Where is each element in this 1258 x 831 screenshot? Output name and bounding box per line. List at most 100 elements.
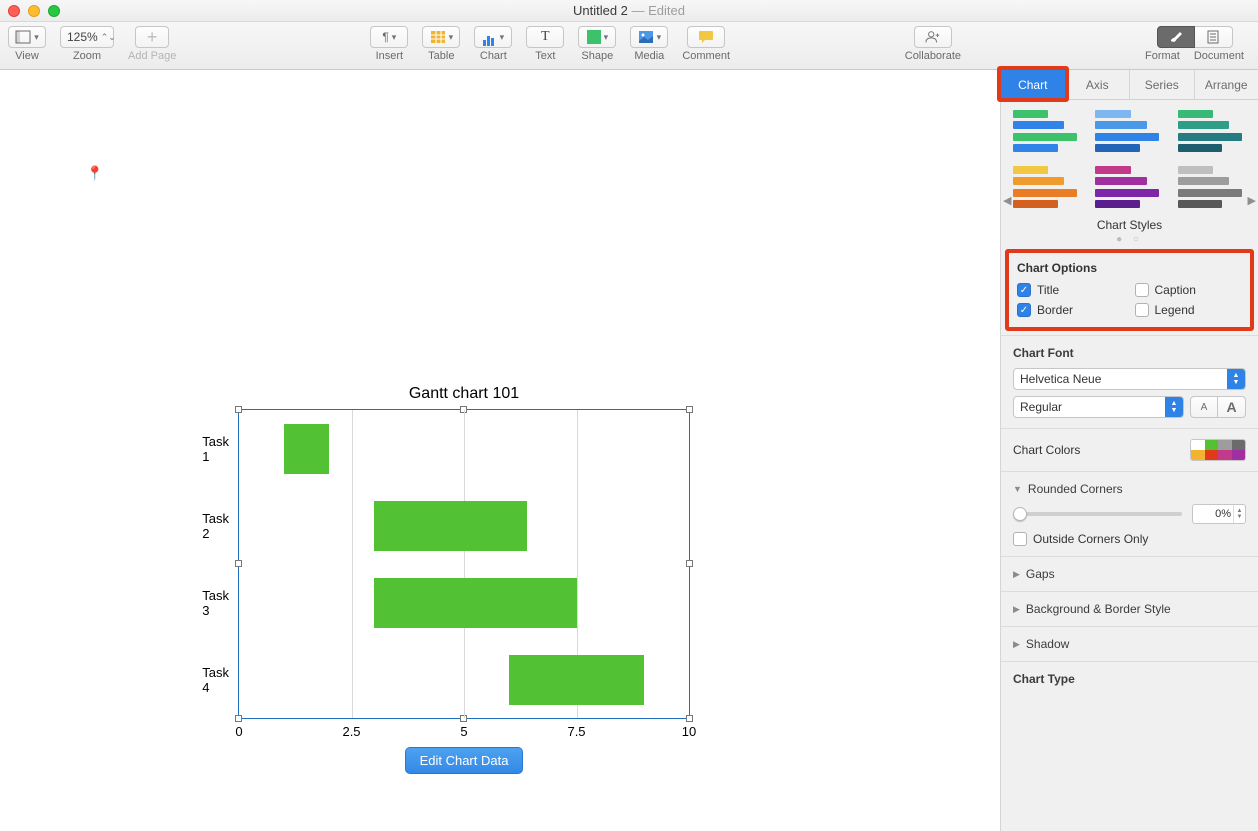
y-axis-label: Task 2 xyxy=(202,511,229,541)
format-label: Format xyxy=(1145,50,1180,62)
tab-axis[interactable]: Axis xyxy=(1066,70,1131,99)
document-label: Document xyxy=(1194,50,1244,62)
media-button[interactable]: ▾ xyxy=(630,26,668,48)
inspector-tabs: Chart Axis Series Arrange xyxy=(1001,70,1258,100)
person-add-icon xyxy=(925,30,941,44)
gantt-bar-task-3[interactable] xyxy=(374,578,577,628)
gantt-chart-object[interactable]: Gantt chart 101 Task 1 Task 2 Task 3 xyxy=(238,385,690,774)
collaborate-button[interactable] xyxy=(914,26,952,48)
chart-title[interactable]: Gantt chart 101 xyxy=(238,385,690,403)
edit-chart-data-button[interactable]: Edit Chart Data xyxy=(405,747,524,774)
resize-handle[interactable] xyxy=(235,406,242,413)
stepper-icon[interactable]: ▲▼ xyxy=(1233,505,1245,523)
chart-style-6[interactable] xyxy=(1178,164,1242,210)
gaps-disclosure[interactable]: Gaps xyxy=(1013,567,1246,581)
font-larger-button[interactable]: A xyxy=(1218,396,1246,418)
chart-font-heading: Chart Font xyxy=(1013,346,1246,360)
bar-chart-icon xyxy=(483,32,497,42)
document-title: Untitled 2 xyxy=(573,3,628,18)
resize-handle[interactable] xyxy=(686,406,693,413)
background-disclosure[interactable]: Background & Border Style xyxy=(1013,602,1246,616)
font-family-select[interactable]: Helvetica Neue ▲▼ xyxy=(1013,368,1246,390)
table-button[interactable]: ▾ xyxy=(422,26,460,48)
window-title: Untitled 2 — Edited xyxy=(0,3,1258,18)
resize-handle[interactable] xyxy=(686,560,693,567)
check-icon: ✓ xyxy=(1017,303,1031,317)
y-axis-label: Task 3 xyxy=(202,588,229,618)
resize-handle[interactable] xyxy=(235,715,242,722)
slider-knob[interactable] xyxy=(1013,507,1027,521)
checkbox-caption[interactable]: Caption xyxy=(1135,283,1243,297)
gridline xyxy=(352,410,353,718)
dropdown-arrows-icon: ▲▼ xyxy=(1165,397,1183,417)
rounded-corners-disclosure[interactable]: Rounded Corners xyxy=(1013,482,1246,496)
collaborate-label: Collaborate xyxy=(905,50,961,62)
insert-button[interactable]: ¶▾ xyxy=(370,26,408,48)
gantt-bar-task-1[interactable] xyxy=(284,424,329,474)
resize-handle[interactable] xyxy=(686,715,693,722)
main-toolbar: ▾ View 125%⌃⌄ Zoom + Add Page ¶▾ Insert … xyxy=(0,22,1258,70)
x-axis-label: 5 xyxy=(460,724,467,739)
styles-next-arrow[interactable]: ▶ xyxy=(1248,194,1256,207)
font-smaller-button[interactable]: A xyxy=(1190,396,1218,418)
add-page-button[interactable]: + xyxy=(135,26,169,48)
chart-style-2[interactable] xyxy=(1095,108,1159,154)
document-inspector-button[interactable] xyxy=(1195,26,1233,48)
chart-style-5[interactable] xyxy=(1095,164,1159,210)
zoom-label: Zoom xyxy=(73,50,101,62)
chart-button[interactable]: ▾ xyxy=(474,26,512,48)
chart-plot-area[interactable]: Task 1 Task 2 Task 3 Task 4 0 2.5 5 7.5 … xyxy=(238,409,690,719)
format-inspector-button[interactable] xyxy=(1157,26,1195,48)
x-axis-label: 2.5 xyxy=(342,724,360,739)
x-axis-label: 0 xyxy=(235,724,242,739)
chart-options-heading: Chart Options xyxy=(1017,261,1242,275)
comment-button[interactable] xyxy=(687,26,725,48)
checkbox-title[interactable]: ✓Title xyxy=(1017,283,1125,297)
window-titlebar: Untitled 2 — Edited xyxy=(0,0,1258,22)
shape-label: Shape xyxy=(581,50,613,62)
tab-chart[interactable]: Chart xyxy=(1001,70,1066,99)
chart-styles-label: Chart Styles xyxy=(1001,218,1258,232)
rounded-corners-value[interactable]: 0%▲▼ xyxy=(1192,504,1246,524)
checkbox-outside-corners[interactable]: Outside Corners Only xyxy=(1013,532,1246,546)
view-label: View xyxy=(15,50,39,62)
zoom-dropdown[interactable]: 125%⌃⌄ xyxy=(60,26,114,48)
chart-colors-picker[interactable] xyxy=(1190,439,1246,461)
table-label: Table xyxy=(428,50,454,62)
add-page-label: Add Page xyxy=(128,50,176,62)
gantt-bar-task-4[interactable] xyxy=(509,655,644,705)
styles-prev-arrow[interactable]: ◀ xyxy=(1003,194,1011,207)
checkbox-legend[interactable]: Legend xyxy=(1135,303,1243,317)
comment-label: Comment xyxy=(682,50,730,62)
text-label: Text xyxy=(535,50,555,62)
check-icon: ✓ xyxy=(1017,283,1031,297)
y-axis-label: Task 1 xyxy=(202,434,229,464)
shape-button[interactable]: ▾ xyxy=(578,26,616,48)
rounded-corners-slider[interactable] xyxy=(1013,512,1182,516)
resize-handle[interactable] xyxy=(235,560,242,567)
font-weight-select[interactable]: Regular ▲▼ xyxy=(1013,396,1184,418)
document-status: Edited xyxy=(648,3,685,18)
document-canvas[interactable]: 📍 Gantt chart 101 Task 1 Task 2 xyxy=(0,70,1000,831)
tab-series[interactable]: Series xyxy=(1130,70,1195,99)
chart-style-1[interactable] xyxy=(1013,108,1077,154)
shadow-disclosure[interactable]: Shadow xyxy=(1013,637,1246,651)
chart-style-3[interactable] xyxy=(1178,108,1242,154)
gantt-bar-task-2[interactable] xyxy=(374,501,527,551)
view-button[interactable]: ▾ xyxy=(8,26,46,48)
tab-arrange[interactable]: Arrange xyxy=(1195,70,1258,99)
square-icon xyxy=(587,30,601,44)
chart-label: Chart xyxy=(480,50,507,62)
x-axis-label: 10 xyxy=(682,724,696,739)
picture-icon xyxy=(638,30,654,44)
format-inspector: Chart Axis Series Arrange ◀ ▶ Chart Styl… xyxy=(1000,70,1258,831)
styles-page-dots: ● ○ xyxy=(1001,234,1258,245)
media-label: Media xyxy=(634,50,664,62)
chart-style-4[interactable] xyxy=(1013,164,1077,210)
insert-label: Insert xyxy=(376,50,404,62)
checkbox-border[interactable]: ✓Border xyxy=(1017,303,1125,317)
page-pin-icon: 📍 xyxy=(86,165,103,182)
dropdown-arrows-icon: ▲▼ xyxy=(1227,369,1245,389)
annotation-highlight-options: Chart Options ✓Title Caption ✓Border Leg… xyxy=(1005,249,1254,331)
text-button[interactable]: T xyxy=(526,26,564,48)
